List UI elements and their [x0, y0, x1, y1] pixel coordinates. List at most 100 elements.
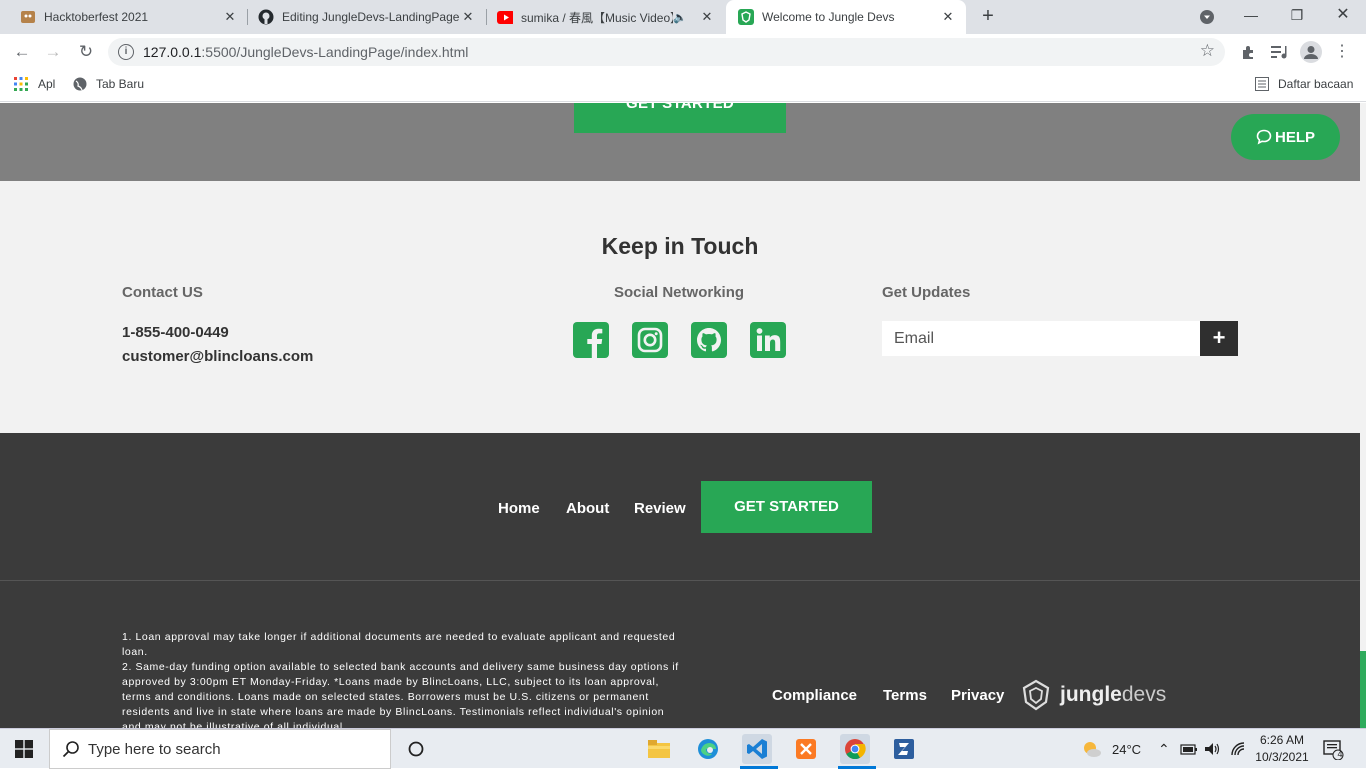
- footer-nav-about[interactable]: About: [566, 500, 609, 517]
- info-icon[interactable]: i: [118, 44, 134, 60]
- close-icon[interactable]: ✕: [460, 9, 476, 25]
- keep-in-touch-section: Keep in Touch Contact US 1-855-400-0449 …: [0, 181, 1360, 433]
- tab-youtube[interactable]: sumika / 春風【Music Video】 🔈 ✕: [487, 0, 725, 34]
- help-label: HELP: [1274, 128, 1315, 146]
- xampp-icon[interactable]: [791, 734, 821, 764]
- bookmarks-bar: Apl Tab Baru Daftar bacaan: [0, 70, 1366, 102]
- file-explorer-icon[interactable]: [644, 734, 674, 764]
- notification-count: 4: [1337, 749, 1343, 759]
- address-bar[interactable]: i 127.0.0.1:5500/JungleDevs-LandingPage/…: [108, 38, 1225, 66]
- footer-nav-review[interactable]: Review: [634, 500, 686, 517]
- social-heading: Social Networking: [614, 284, 745, 301]
- contact-heading: Contact US: [122, 284, 203, 301]
- bookmark-new-tab[interactable]: Tab Baru: [73, 77, 144, 91]
- maximize-button[interactable]: ❐: [1274, 0, 1320, 34]
- github-icon: [258, 9, 274, 25]
- tab-title: Editing JungleDevs-LandingPage: [282, 10, 460, 24]
- bookmark-star-icon[interactable]: ☆: [1200, 41, 1215, 61]
- footer-link-compliance[interactable]: Compliance: [772, 687, 857, 704]
- page-scrollbar[interactable]: [1360, 103, 1366, 728]
- legal-disclaimer: 1. Loan approval may take longer if addi…: [122, 630, 682, 728]
- instagram-icon[interactable]: [632, 322, 668, 358]
- menu-kebab-icon[interactable]: ⋮: [1330, 40, 1354, 64]
- apps-grid-icon: [14, 77, 28, 91]
- edge-icon[interactable]: [693, 734, 723, 764]
- footer-get-started-button[interactable]: GET STARTED: [701, 481, 872, 533]
- network-icon[interactable]: [1230, 729, 1246, 769]
- notification-center-icon[interactable]: 4: [1322, 729, 1344, 769]
- jungledevs-logo[interactable]: jungledevs: [1018, 678, 1166, 712]
- start-button[interactable]: [0, 729, 48, 769]
- taskbar-search-box[interactable]: Type here to search: [49, 729, 391, 769]
- footer-link-terms[interactable]: Terms: [883, 687, 927, 704]
- section-title: Keep in Touch: [601, 233, 759, 259]
- url-path: :5500/JungleDevs-LandingPage/index.html: [201, 44, 469, 60]
- email-input[interactable]: [882, 321, 1200, 356]
- reload-button[interactable]: ↻: [74, 40, 98, 64]
- logo-text-light: devs: [1121, 683, 1167, 706]
- tab-title: Hacktoberfest 2021: [44, 10, 149, 24]
- extensions-icon[interactable]: [1236, 40, 1260, 64]
- show-hidden-icons-icon[interactable]: ⌃: [1158, 729, 1170, 769]
- legal-item: 2. Same-day funding option available to …: [122, 661, 679, 728]
- filezilla-icon[interactable]: [889, 734, 919, 764]
- windows-taskbar: Type here to search 24°C ⌃ 6:26 AM 10/3/…: [0, 728, 1366, 769]
- logo-text-bold: jungle: [1060, 683, 1122, 706]
- minimize-button[interactable]: —: [1228, 0, 1274, 34]
- clock-time: 6:26 AM: [1259, 733, 1305, 747]
- reading-list-label: Daftar bacaan: [1278, 77, 1354, 91]
- close-window-button[interactable]: ✕: [1320, 0, 1366, 34]
- tab-title: sumika / 春風【Music Video】: [521, 10, 674, 25]
- task-view-icon[interactable]: [401, 734, 431, 764]
- speaker-icon[interactable]: 🔈: [673, 11, 687, 24]
- subscribe-button[interactable]: +: [1200, 321, 1238, 356]
- reading-list-icon: [1255, 77, 1269, 91]
- battery-icon[interactable]: [1180, 729, 1198, 769]
- legal-item: 1. Loan approval may take longer if addi…: [122, 631, 676, 658]
- forward-button[interactable]: →: [41, 40, 65, 64]
- back-button[interactable]: ←: [10, 40, 34, 64]
- hero-get-started-button[interactable]: GET STARTED: [574, 103, 786, 133]
- github-icon[interactable]: [691, 322, 727, 358]
- contact-phone[interactable]: 1-855-400-0449: [122, 324, 229, 341]
- contact-email[interactable]: customer@blincloans.com: [122, 348, 313, 365]
- weather-sun-cloud-icon: [1084, 742, 1101, 757]
- scrollbar-thumb[interactable]: [1360, 651, 1366, 728]
- search-placeholder: Type here to search: [88, 740, 221, 758]
- tab-hacktoberfest[interactable]: Hacktoberfest 2021 ✕: [0, 0, 248, 34]
- updates-heading: Get Updates: [882, 284, 971, 301]
- chrome-icon[interactable]: [840, 734, 870, 764]
- help-button[interactable]: HELP: [1231, 114, 1340, 160]
- footer-nav-home[interactable]: Home: [498, 500, 540, 517]
- facebook-icon[interactable]: [573, 322, 609, 358]
- system-clock[interactable]: 6:26 AM 10/3/2021: [1254, 732, 1310, 766]
- footer: Home About Review GET STARTED 1. Loan ap…: [0, 433, 1360, 728]
- hacktoberfest-icon: [20, 9, 36, 25]
- close-icon[interactable]: ✕: [222, 9, 238, 25]
- tab-search-button[interactable]: [1184, 0, 1230, 34]
- youtube-icon: [497, 9, 513, 25]
- close-icon[interactable]: ✕: [699, 9, 715, 25]
- media-control-icon[interactable]: [1267, 40, 1291, 64]
- browser-toolbar: ← → ↻ i 127.0.0.1:5500/JungleDevs-Landin…: [0, 34, 1366, 70]
- search-icon: [62, 741, 79, 758]
- hero-section: GET STARTED: [0, 103, 1360, 181]
- close-icon[interactable]: ✕: [940, 9, 956, 25]
- url-host: 127.0.0.1: [143, 44, 202, 60]
- clock-date: 10/3/2021: [1255, 750, 1309, 764]
- new-tab-button[interactable]: +: [976, 5, 1000, 29]
- bookmark-apps[interactable]: Apl: [14, 77, 55, 91]
- tab-jungle-devs[interactable]: Welcome to Jungle Devs ✕: [726, 0, 966, 34]
- footer-link-privacy[interactable]: Privacy: [951, 687, 1004, 704]
- vscode-icon[interactable]: [742, 734, 772, 764]
- page-viewport: GET STARTED HELP Keep in Touch Contact U…: [0, 103, 1366, 728]
- profile-avatar[interactable]: [1299, 40, 1323, 64]
- jungledevs-logo-icon: [1022, 679, 1050, 711]
- linkedin-icon[interactable]: [750, 322, 786, 358]
- reading-list[interactable]: Daftar bacaan: [1255, 77, 1353, 91]
- weather-widget[interactable]: 24°C: [1082, 729, 1141, 769]
- volume-icon[interactable]: [1204, 729, 1222, 769]
- jungledevs-icon: [738, 9, 754, 25]
- footer-divider: [0, 580, 1360, 581]
- tab-github-editing[interactable]: Editing JungleDevs-LandingPage ✕: [248, 0, 486, 34]
